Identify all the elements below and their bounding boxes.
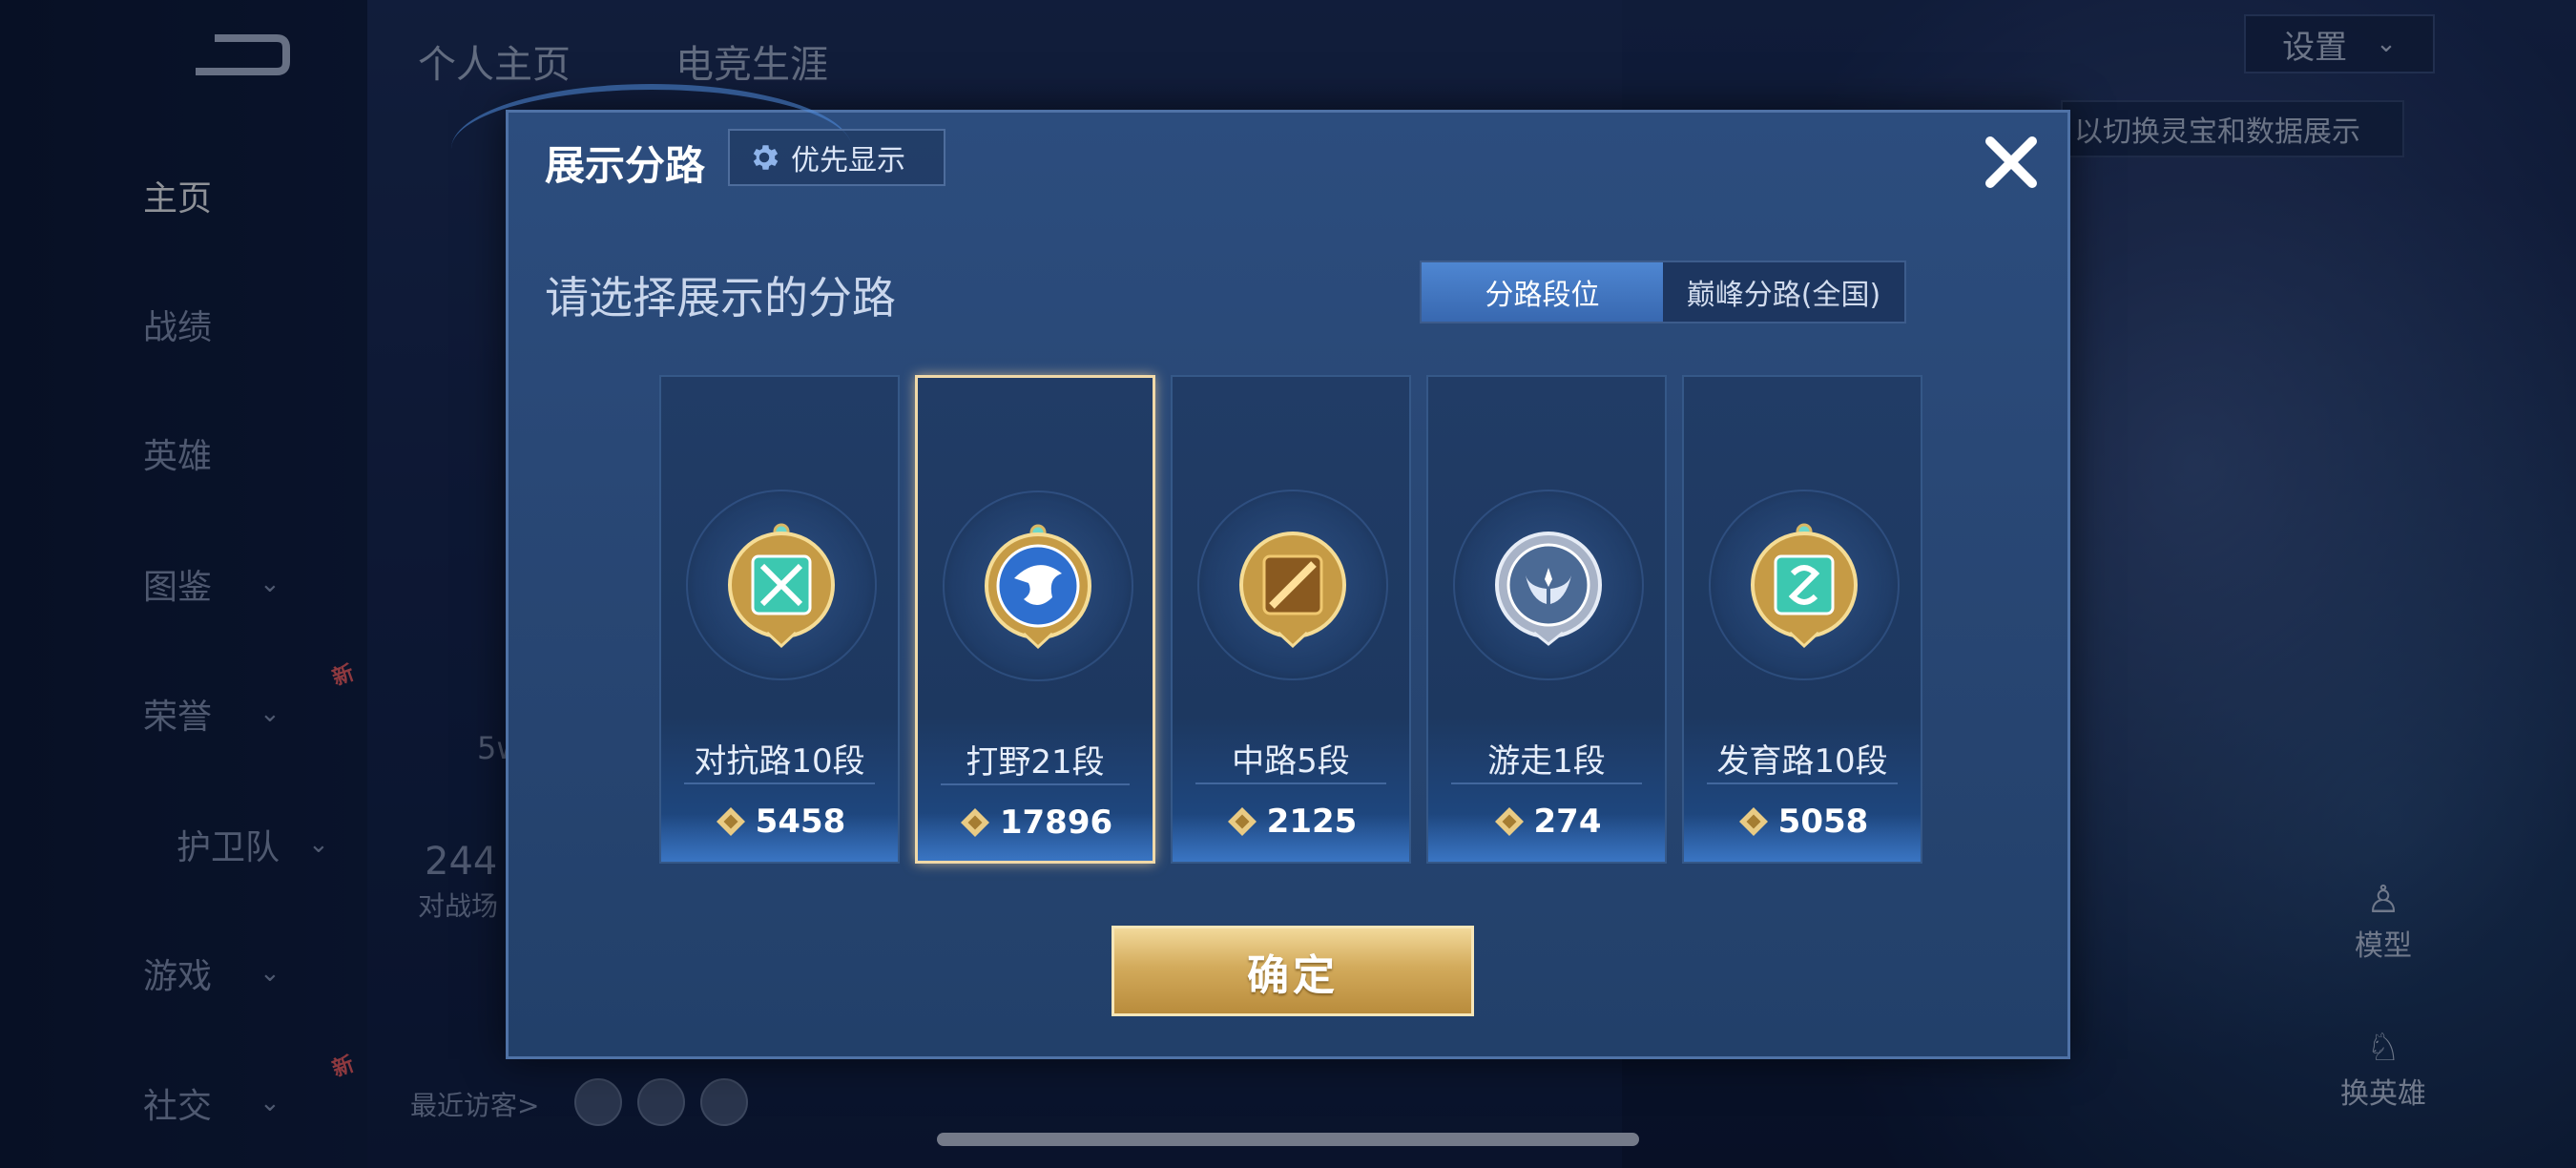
lane-score: 5058	[1684, 797, 1921, 846]
lane-rank: 发育路10段	[1716, 742, 1888, 781]
lane-score: 17896	[918, 798, 1153, 847]
staff-icon	[1239, 532, 1346, 649]
lane-card-roam[interactable]: 游走1段 274	[1426, 375, 1667, 864]
lane-rank: 对抗路10段	[694, 742, 865, 781]
crossed-swords-icon	[728, 523, 835, 649]
close-icon	[1985, 136, 2037, 188]
confirm-button[interactable]: 确定	[1111, 926, 1474, 1016]
lane-rank: 中路5段	[1232, 742, 1350, 781]
dialog-title: 展示分路	[545, 142, 706, 189]
score-icon	[1738, 807, 1768, 836]
lane-score: 2125	[1173, 797, 1409, 846]
lane-score: 274	[1428, 797, 1665, 846]
lane-rank: 打野21段	[966, 743, 1105, 782]
score-icon	[960, 808, 989, 837]
close-button[interactable]	[1973, 124, 2049, 200]
priority-display-button[interactable]: 优先显示	[728, 129, 945, 186]
lane-rank: 游走1段	[1487, 742, 1606, 781]
tab-lane-rank[interactable]: 分路段位	[1422, 262, 1663, 322]
score-icon	[716, 807, 745, 836]
dragon-icon	[985, 524, 1091, 650]
lane-display-dialog: 展示分路 优先显示 请选择展示的分路 分路段位 巅峰分路(全国) 对抗路10段	[451, 84, 2070, 1059]
score-icon	[1494, 807, 1524, 836]
wings-icon	[1495, 532, 1602, 646]
lane-card-mid[interactable]: 中路5段 2125	[1171, 375, 1411, 864]
lane-mode-toggle: 分路段位 巅峰分路(全国)	[1420, 261, 1906, 323]
gear-icon	[753, 145, 779, 170]
bow-icon	[1751, 523, 1858, 649]
lane-card-carry[interactable]: 发育路10段 5058	[1682, 375, 1922, 864]
tab-peak-lane[interactable]: 巅峰分路(全国)	[1663, 262, 1904, 322]
lane-card-jungle[interactable]: 打野21段 17896	[915, 375, 1155, 864]
lane-card-top[interactable]: 对抗路10段 5458	[659, 375, 900, 864]
dialog-subtitle: 请选择展示的分路	[545, 272, 896, 323]
lane-score: 5458	[661, 797, 898, 846]
score-icon	[1227, 807, 1257, 836]
